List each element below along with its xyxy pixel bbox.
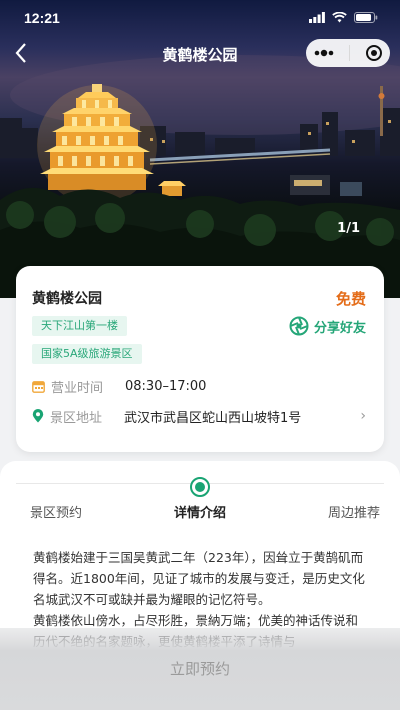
calendar-icon [32,380,45,393]
battery-icon [354,12,378,23]
hours-row: 营业时间 08:30–17:00 [32,376,370,396]
wifi-icon [332,12,347,23]
address-row[interactable]: 景区地址 武汉市武昌区蛇山西山坡特1号 › [32,406,370,426]
image-counter: 1/1 [337,221,360,236]
more-dots-icon[interactable] [314,49,334,57]
share-button[interactable]: 分享好友 [289,316,366,336]
hours-value: 08:30–17:00 [125,378,207,394]
hours-label: 营业时间 [51,380,104,396]
close-target-icon[interactable] [365,44,383,62]
status-icons [309,12,378,23]
book-now-button[interactable]: 立即预约 [0,658,400,679]
status-time: 12:21 [24,10,60,26]
chevron-right-icon: › [360,408,366,424]
info-card: 黄鹤楼公园 免费 天下江山第一楼 国家5A级旅游景区 分享好友 营业时间 08:… [16,266,384,452]
tab-nearby[interactable]: 周边推荐 [328,502,380,521]
description-paragraph-1: 黄鹤楼始建于三国吴黄武二年（223年），因耸立于黄鹄矶而得名。近1800年间，见… [33,550,365,607]
capsule-divider [348,45,350,61]
location-pin-icon [32,409,44,423]
tag-5a-scenic: 国家5A级旅游景区 [32,344,142,364]
nav-bar: 黄鹤楼公园 [0,36,400,70]
park-name: 黄鹤楼公园 [32,291,102,307]
address-label: 景区地址 [50,410,103,426]
active-tab-indicator [190,477,210,497]
hero-image: 12:21 黄鹤楼公园 1/1 [0,0,400,298]
miniprogram-capsule [306,39,390,67]
price-label: 免费 [335,290,366,308]
tag-first-tower: 天下江山第一楼 [32,316,127,336]
bottom-action-bar: 立即预约 [0,628,400,710]
address-value: 武汉市武昌区蛇山西山坡特1号 [124,410,302,426]
signal-icon [309,12,325,23]
share-label: 分享好友 [313,320,366,336]
status-bar: 12:21 [0,0,400,38]
share-aperture-icon [289,316,309,336]
